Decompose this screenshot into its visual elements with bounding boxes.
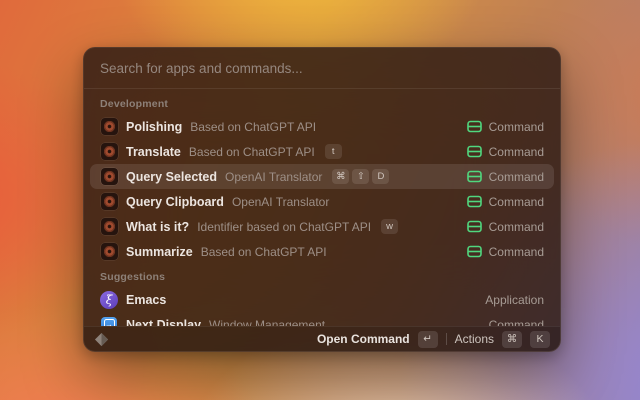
shortcut-key-badge: t	[324, 144, 342, 159]
item-subtitle: Based on ChatGPT API	[200, 244, 327, 259]
item-type-icon-slot	[466, 220, 482, 233]
command-icon	[466, 245, 482, 258]
search-bar	[84, 48, 560, 89]
item-shortcuts: ⌘ ⇧ D	[332, 169, 390, 184]
openai-translator-icon	[100, 118, 118, 135]
footer-bar: Open Command ↵ Actions ⌘ K	[84, 326, 560, 351]
section-title: Suggestions	[100, 271, 166, 283]
item-shortcuts: t	[324, 144, 342, 159]
item-type-label: Command	[488, 219, 544, 234]
search-input[interactable]	[100, 60, 544, 76]
list-item[interactable]: What is it? Identifier based on ChatGPT …	[90, 214, 554, 239]
item-title: Translate	[126, 144, 181, 159]
shortcut-key-badge: ⌘	[332, 169, 350, 184]
section-title: Development	[100, 98, 169, 110]
list-item[interactable]: Query Clipboard OpenAI Translator Comman…	[90, 189, 554, 214]
item-shortcuts: w	[381, 219, 399, 234]
item-type-label: Command	[488, 169, 544, 184]
list-item[interactable]: → Next Display Window Management Command	[90, 312, 554, 326]
item-title: Summarize	[126, 244, 193, 259]
item-icon-slot	[100, 118, 118, 135]
item-right: Command	[466, 219, 544, 234]
item-subtitle: Based on ChatGPT API	[190, 119, 317, 134]
command-icon	[466, 120, 482, 133]
emacs-icon: ξ	[100, 290, 118, 309]
item-type-label: Command	[488, 119, 544, 134]
command-icon	[466, 220, 482, 233]
item-title: Polishing	[126, 119, 183, 134]
item-right: Command	[489, 318, 544, 327]
item-type-icon-slot	[466, 120, 482, 133]
item-icon-slot	[100, 243, 118, 260]
item-icon-slot	[100, 193, 118, 210]
item-title: Emacs	[126, 292, 167, 307]
item-type-icon-slot	[466, 245, 482, 258]
cmd-key-badge: ⌘	[502, 330, 522, 348]
item-title: Query Selected	[126, 169, 218, 184]
command-icon	[466, 145, 482, 158]
shortcut-key-badge: w	[381, 219, 399, 234]
list-item[interactable]: Polishing Based on ChatGPT API Command	[90, 114, 554, 139]
launcher-window: Development Polishing Based on ChatGPT A…	[83, 47, 561, 352]
section-items: Polishing Based on ChatGPT API Command T…	[90, 114, 554, 264]
item-type-icon-slot	[466, 195, 482, 208]
shortcut-key-badge: D	[372, 169, 390, 184]
openai-translator-icon	[100, 218, 118, 235]
shortcut-key-badge: ⇧	[352, 169, 370, 184]
item-right: Command	[466, 194, 544, 209]
item-right: Command	[466, 119, 544, 134]
item-type-label: Application	[485, 292, 544, 307]
list-section: Development Polishing Based on ChatGPT A…	[90, 91, 554, 264]
item-right: Application	[485, 293, 544, 307]
item-title: What is it?	[126, 219, 190, 234]
item-title: Next Display	[126, 317, 202, 327]
item-right: Command	[466, 144, 544, 159]
arrow-glyph: →	[103, 319, 115, 326]
command-icon	[466, 170, 482, 183]
item-type-label: Command	[488, 194, 544, 209]
list-item[interactable]: Translate Based on ChatGPT API t Command	[90, 139, 554, 164]
item-type-icon-slot	[466, 170, 482, 183]
item-type-label: Command	[488, 244, 544, 259]
item-icon-slot	[100, 218, 118, 235]
openai-translator-icon	[100, 243, 118, 260]
item-subtitle: OpenAI Translator	[231, 194, 330, 209]
item-subtitle: Based on ChatGPT API	[188, 144, 315, 159]
list-item[interactable]: Summarize Based on ChatGPT API Command	[90, 239, 554, 264]
item-type-icon-slot	[466, 145, 482, 158]
openai-translator-icon	[100, 168, 118, 185]
item-subtitle: Window Management	[209, 317, 326, 327]
list-item[interactable]: Query Selected OpenAI Translator ⌘ ⇧ D Com…	[90, 164, 554, 189]
item-title: Query Clipboard	[126, 194, 224, 209]
openai-translator-icon	[100, 143, 118, 160]
command-icon	[466, 195, 482, 208]
footer-divider	[445, 333, 447, 345]
raycast-logo-icon	[94, 332, 109, 346]
item-icon-slot: →	[100, 316, 118, 326]
results-list: Development Polishing Based on ChatGPT A…	[84, 89, 560, 326]
item-type-label: Command	[488, 144, 544, 159]
open-command-button[interactable]: Open Command	[317, 332, 410, 346]
section-items: ξ Emacs Application → Next Display Windo…	[90, 287, 554, 326]
item-icon-slot	[100, 143, 118, 160]
list-section: Suggestions ξ Emacs Application → Next D…	[90, 264, 554, 326]
item-right: Command	[466, 244, 544, 259]
openai-translator-icon	[100, 193, 118, 210]
item-type-label: Command	[488, 317, 544, 327]
item-subtitle: Identifier based on ChatGPT API	[197, 219, 372, 234]
enter-key-badge: ↵	[417, 330, 438, 348]
item-icon-slot	[100, 168, 118, 185]
item-icon-slot: ξ	[100, 290, 118, 309]
item-subtitle: OpenAI Translator	[225, 169, 323, 184]
item-right: Command	[466, 169, 544, 184]
next-display-icon: →	[101, 316, 117, 326]
list-item[interactable]: ξ Emacs Application	[90, 287, 554, 312]
actions-button[interactable]: Actions	[455, 332, 494, 346]
k-key-badge: K	[530, 330, 550, 348]
